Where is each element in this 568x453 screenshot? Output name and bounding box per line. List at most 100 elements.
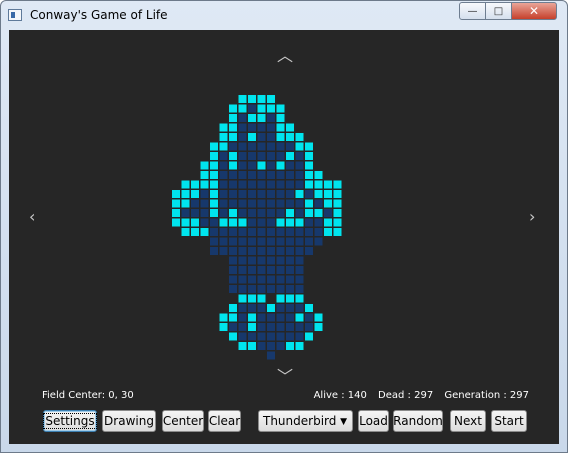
alive-cell[interactable] [276, 133, 285, 141]
alive-cell[interactable] [324, 180, 332, 189]
dead-cell[interactable] [276, 256, 285, 265]
dead-cell[interactable] [219, 152, 228, 160]
alive-cell[interactable] [295, 313, 304, 322]
dead-cell[interactable] [295, 304, 304, 312]
dead-cell[interactable] [257, 247, 266, 255]
dead-cell[interactable] [238, 285, 247, 293]
alive-cell[interactable] [210, 190, 218, 198]
dead-cell[interactable] [229, 256, 237, 265]
clear-button[interactable]: Clear [208, 410, 241, 432]
alive-cell[interactable] [267, 304, 275, 312]
alive-cell[interactable] [191, 190, 199, 198]
alive-cell[interactable] [200, 171, 209, 179]
alive-cell[interactable] [305, 332, 313, 341]
alive-cell[interactable] [238, 294, 247, 303]
dead-cell[interactable] [257, 133, 266, 141]
dead-cell[interactable] [257, 237, 266, 246]
dead-cell[interactable] [238, 114, 247, 122]
alive-cell[interactable] [333, 218, 342, 227]
random-button[interactable]: Random [393, 410, 443, 432]
alive-cell[interactable] [248, 133, 256, 141]
dead-cell[interactable] [286, 199, 294, 208]
alive-cell[interactable] [219, 123, 228, 132]
dead-cell[interactable] [295, 237, 304, 246]
alive-cell[interactable] [267, 95, 275, 103]
alive-cell[interactable] [229, 104, 237, 113]
dead-cell[interactable] [229, 247, 237, 255]
dead-cell[interactable] [276, 247, 285, 255]
dead-cell[interactable] [257, 266, 266, 274]
dead-cell[interactable] [257, 152, 266, 160]
dead-cell[interactable] [295, 180, 304, 189]
alive-cell[interactable] [276, 294, 285, 303]
alive-cell[interactable] [219, 218, 228, 227]
dead-cell[interactable] [257, 209, 266, 217]
alive-cell[interactable] [210, 171, 218, 179]
dead-cell[interactable] [305, 228, 313, 236]
dead-cell[interactable] [295, 228, 304, 236]
dead-cell[interactable] [219, 228, 228, 236]
dead-cell[interactable] [229, 171, 237, 179]
alive-cell[interactable] [210, 161, 218, 170]
dead-cell[interactable] [267, 114, 275, 122]
dead-cell[interactable] [276, 171, 285, 179]
scroll-right-arrow-icon[interactable]: › [529, 209, 535, 225]
alive-cell[interactable] [181, 199, 190, 208]
dead-cell[interactable] [257, 199, 266, 208]
alive-cell[interactable] [210, 180, 218, 189]
dead-cell[interactable] [248, 275, 256, 284]
dead-cell[interactable] [200, 199, 209, 208]
alive-cell[interactable] [219, 323, 228, 331]
dead-cell[interactable] [248, 237, 256, 246]
alive-cell[interactable] [172, 199, 180, 208]
dead-cell[interactable] [286, 266, 294, 274]
dead-cell[interactable] [219, 190, 228, 198]
dead-cell[interactable] [238, 180, 247, 189]
dead-cell[interactable] [257, 313, 266, 322]
dead-cell[interactable] [219, 161, 228, 170]
alive-cell[interactable] [238, 95, 247, 103]
dead-cell[interactable] [267, 133, 275, 141]
dead-cell[interactable] [210, 218, 218, 227]
alive-cell[interactable] [172, 209, 180, 217]
dead-cell[interactable] [305, 247, 313, 255]
dead-cell[interactable] [229, 275, 237, 284]
alive-cell[interactable] [181, 228, 190, 236]
alive-cell[interactable] [248, 342, 256, 350]
dead-cell[interactable] [267, 142, 275, 151]
dead-cell[interactable] [324, 209, 332, 217]
dead-cell[interactable] [295, 161, 304, 170]
alive-cell[interactable] [286, 152, 294, 160]
dead-cell[interactable] [229, 190, 237, 198]
alive-cell[interactable] [172, 190, 180, 198]
dead-cell[interactable] [248, 171, 256, 179]
alive-cell[interactable] [286, 218, 294, 227]
alive-cell[interactable] [257, 114, 266, 122]
minimize-button[interactable]: — [459, 2, 486, 20]
scroll-down-arrow-icon[interactable]: ﹀ [277, 369, 293, 385]
dead-cell[interactable] [257, 342, 266, 350]
dead-cell[interactable] [248, 161, 256, 170]
dead-cell[interactable] [314, 228, 323, 236]
drawing-button[interactable]: Drawing [102, 410, 156, 432]
dead-cell[interactable] [248, 123, 256, 132]
dead-cell[interactable] [267, 247, 275, 255]
alive-cell[interactable] [305, 171, 313, 179]
dead-cell[interactable] [238, 275, 247, 284]
alive-cell[interactable] [295, 342, 304, 350]
alive-cell[interactable] [305, 142, 313, 151]
dead-cell[interactable] [248, 304, 256, 312]
alive-cell[interactable] [229, 304, 237, 312]
dead-cell[interactable] [267, 332, 275, 341]
pattern-select[interactable]: Thunderbird ▼ [258, 410, 353, 432]
alive-cell[interactable] [191, 180, 199, 189]
alive-cell[interactable] [286, 133, 294, 141]
dead-cell[interactable] [238, 161, 247, 170]
alive-cell[interactable] [276, 114, 285, 122]
dead-cell[interactable] [286, 256, 294, 265]
alive-cell[interactable] [314, 180, 323, 189]
game-field[interactable]: ︿ ﹀ ‹ › Field Center: 0, 30 Alive : 140 … [9, 30, 559, 444]
dead-cell[interactable] [248, 228, 256, 236]
dead-cell[interactable] [267, 266, 275, 274]
dead-cell[interactable] [248, 266, 256, 274]
